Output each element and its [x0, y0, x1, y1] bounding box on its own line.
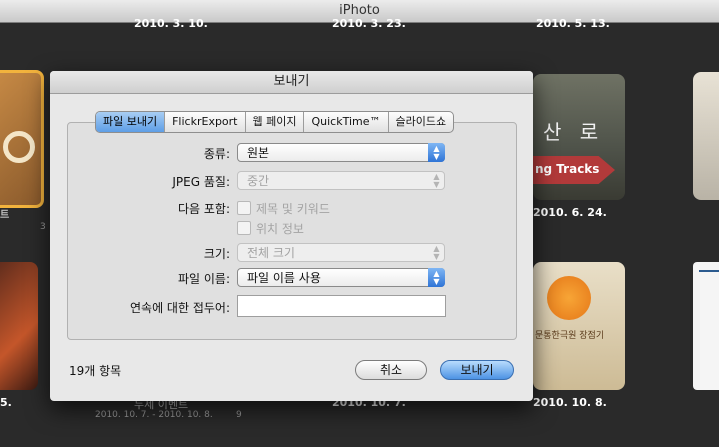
cancel-button[interactable]: 취소	[355, 360, 427, 380]
event-count: 9	[236, 410, 242, 420]
window-title: iPhoto	[339, 3, 380, 18]
jpeg-quality-value: 중간	[247, 174, 270, 188]
prefix-label: 연속에 대한 접두어:	[130, 301, 230, 315]
checkbox-icon	[237, 221, 251, 235]
tab-slideshow[interactable]: 슬라이드쇼	[389, 112, 454, 132]
event-date: 2010. 10. 8.	[533, 396, 607, 409]
event-date: 2010. 3. 10.	[134, 17, 208, 30]
book-title: 문통한극원 장점기	[535, 331, 605, 341]
size-select[interactable]: 전체 크기 ▲ ▼	[237, 243, 445, 262]
updown-arrow-icon: ▲ ▼	[433, 172, 440, 189]
jpeg-quality-label: JPEG 품질:	[172, 175, 230, 189]
sign-text: 산 로	[543, 120, 605, 144]
tab-web-page[interactable]: 웹 페이지	[246, 112, 305, 132]
event-date: 2010. 3. 23.	[332, 17, 406, 30]
include-label: 다음 포함:	[177, 202, 230, 216]
kind-select[interactable]: 원본 ▲ ▼	[237, 143, 445, 162]
location-label: 위치 정보	[256, 222, 304, 236]
event-date: 2010. 6. 24.	[533, 206, 607, 219]
size-label: 크기:	[203, 247, 230, 261]
title-keywords-checkbox[interactable]: 제목 및 키워드	[237, 200, 330, 217]
kind-value: 원본	[247, 146, 270, 160]
event-thumbnail[interactable]	[693, 262, 719, 390]
sign-text: ng Tracks	[535, 162, 600, 176]
event-label: 트	[0, 210, 10, 221]
item-count: 19개 항목	[69, 364, 122, 378]
event-count: 3	[40, 222, 46, 232]
event-thumbnail-selected[interactable]	[0, 70, 44, 208]
filename-value: 파일 이름 사용	[247, 271, 321, 285]
event-thumbnail[interactable]	[0, 262, 38, 390]
tab-flickrexport[interactable]: FlickrExport	[165, 112, 246, 132]
filename-label: 파일 이름:	[177, 272, 230, 286]
updown-arrow-icon: ▲ ▼	[428, 268, 445, 287]
title-keywords-label: 제목 및 키워드	[256, 202, 330, 216]
tab-file-export[interactable]: 파일 보내기	[96, 112, 166, 132]
export-tabs: 파일 보내기 FlickrExport 웹 페이지 QuickTime™ 슬라이…	[95, 111, 455, 133]
prefix-input[interactable]	[237, 295, 446, 317]
filename-select[interactable]: 파일 이름 사용 ▲ ▼	[237, 268, 445, 287]
location-checkbox[interactable]: 위치 정보	[237, 220, 304, 237]
dialog-title: 보내기	[50, 71, 533, 94]
updown-arrow-icon: ▲ ▼	[428, 143, 445, 162]
checkbox-icon	[237, 201, 251, 215]
event-date: 2010. 5. 13.	[536, 17, 610, 30]
export-button[interactable]: 보내기	[440, 360, 514, 380]
event-thumbnail[interactable]	[693, 72, 719, 200]
updown-arrow-icon: ▲ ▼	[433, 244, 440, 261]
jpeg-quality-select[interactable]: 중간 ▲ ▼	[237, 171, 445, 190]
event-date: 5.	[0, 396, 12, 409]
kind-label: 종류:	[203, 147, 230, 161]
export-dialog: 보내기 파일 보내기 FlickrExport 웹 페이지 QuickTime™…	[50, 71, 533, 401]
event-thumbnail[interactable]: 산 로 ng Tracks	[533, 74, 625, 200]
tab-quicktime[interactable]: QuickTime™	[304, 112, 389, 132]
event-thumbnail[interactable]: 문통한극원 장점기	[533, 262, 625, 390]
size-value: 전체 크기	[247, 246, 295, 260]
event-range: 2010. 10. 7. - 2010. 10. 8.	[95, 410, 213, 420]
